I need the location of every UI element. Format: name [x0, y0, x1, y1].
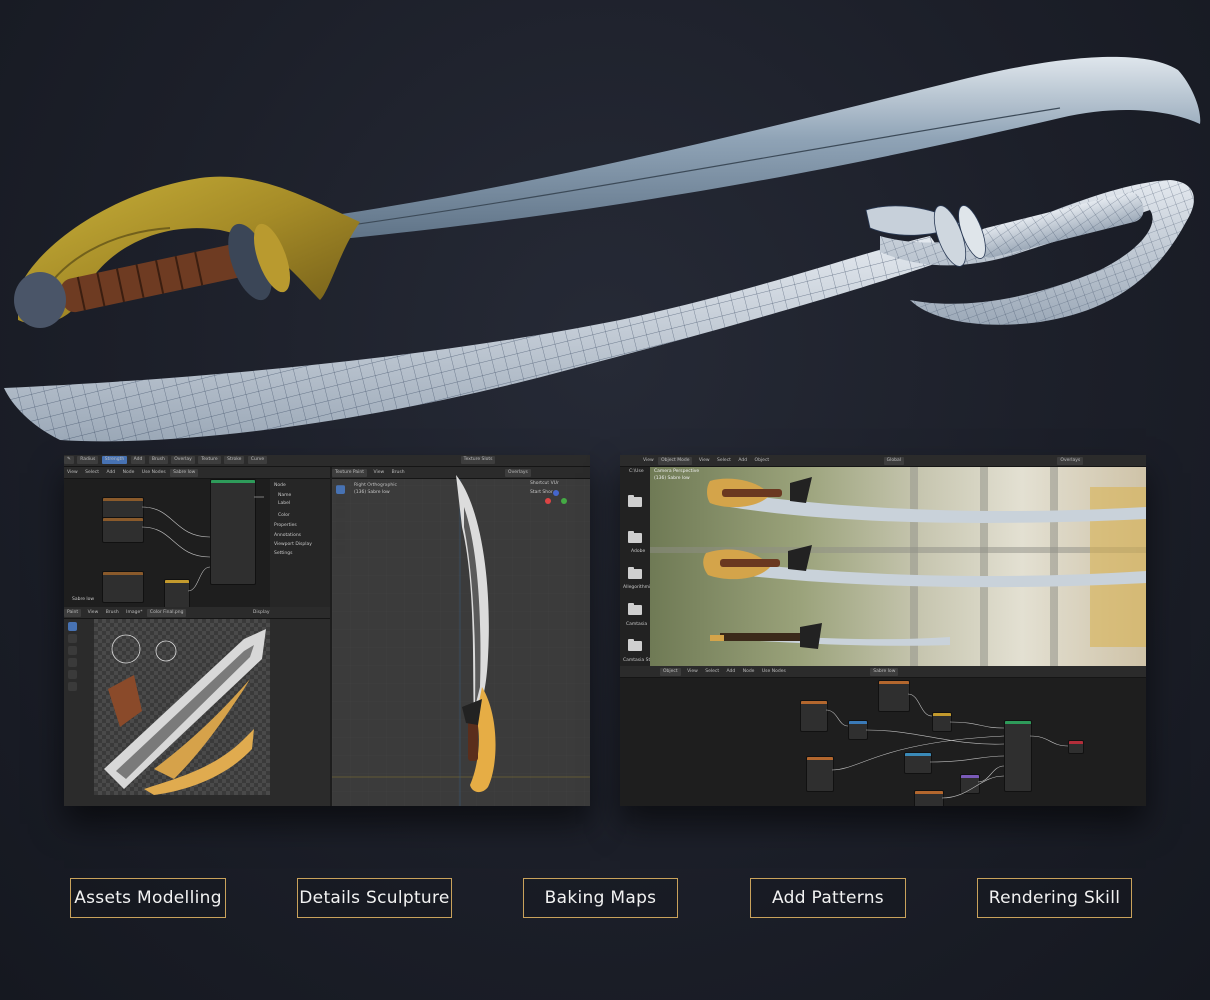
folder-label-camtasia-studio[interactable]: Camtasia Stu [623, 658, 653, 663]
folder-label-allegorithmic[interactable]: Allegorithmic [623, 585, 653, 590]
file-browser-sidebar: C:\Use Adobe Allegorithmic Camtasia Camt… [620, 467, 653, 666]
texture-paint-window: ✎ Radius Strength Add Brush Overlay Text… [64, 455, 590, 806]
path-field[interactable]: C:\Use [629, 469, 644, 474]
radius-field[interactable]: Radius [77, 456, 99, 464]
view-menu[interactable]: View [640, 455, 657, 466]
node-label-field[interactable]: Label [278, 501, 290, 506]
image-menu[interactable]: Image* [123, 607, 145, 618]
soften-tool[interactable] [68, 634, 77, 643]
smear-tool[interactable] [68, 646, 77, 655]
overlay-menu[interactable]: Overlay [171, 456, 195, 464]
object-mode-dropdown[interactable]: Object Mode [658, 457, 693, 465]
node-name-field[interactable]: Name [278, 493, 291, 498]
sabre-hero-illustration [4, 56, 1201, 442]
clone-tool[interactable] [68, 658, 77, 667]
display-menu[interactable]: Display [250, 607, 273, 618]
strength-field[interactable]: Strength [101, 456, 128, 464]
annotations-section[interactable]: Annotations [274, 533, 301, 538]
render-header: View Object Mode View Select Add Object … [620, 455, 1146, 467]
stroke-menu[interactable]: Stroke [224, 456, 245, 464]
image-editor-header: Paint View Brush Image* Color Final.png … [64, 607, 330, 619]
uv-texture-canvas [94, 619, 270, 795]
draw-tool[interactable] [68, 622, 77, 631]
folder-icon[interactable] [628, 531, 642, 543]
shader-links [825, 693, 1069, 799]
caption-baking-maps: Baking Maps [523, 878, 678, 918]
settings-section[interactable]: Settings [274, 551, 292, 556]
object-menu[interactable]: Object [752, 455, 773, 466]
overlays-menu[interactable]: Overlays [1057, 457, 1084, 465]
rendered-viewport: Camera Perspective (136) Sabre low [650, 467, 1146, 666]
viewport-scene [332, 475, 590, 806]
fill-tool[interactable] [68, 670, 77, 679]
image-editor: Paint View Brush Image* Color Final.png … [64, 607, 330, 806]
texture-menu[interactable]: Texture [198, 456, 221, 464]
shader-node-editor: Object View Select Add Node Use Nodes Sa… [620, 666, 1146, 806]
paint-mode-menu[interactable]: Paint [64, 609, 82, 617]
folder-label-adobe[interactable]: Adobe [631, 549, 645, 554]
node-section[interactable]: Node [274, 483, 286, 488]
folder-icon[interactable] [628, 603, 642, 615]
properties-section[interactable]: Properties [274, 523, 297, 528]
blend-mode[interactable]: Add [130, 456, 146, 464]
paint-header: ✎ Radius Strength Add Brush Overlay Text… [64, 455, 590, 467]
image-brush-menu[interactable]: Brush [103, 607, 122, 618]
render-window: View Object Mode View Select Add Object … [620, 455, 1146, 806]
folder-icon[interactable] [628, 495, 642, 507]
viewport-view-menu[interactable]: View [696, 455, 713, 466]
caption-details-sculpture: Details Sculpture [297, 878, 452, 918]
brush-tool[interactable]: ✎ [64, 456, 74, 464]
brush-menu[interactable]: Brush [148, 456, 168, 464]
texture-slots-menu[interactable]: Texture Slots [460, 456, 496, 464]
folder-label-camtasia[interactable]: Camtasia [626, 622, 647, 627]
curve-menu[interactable]: Curve [247, 456, 268, 464]
node-side-panel: Node Name Label Color Properties Annotat… [270, 479, 330, 607]
node-color-toggle[interactable]: Color [278, 513, 290, 518]
caption-rendering-skill: Rendering Skill [977, 878, 1132, 918]
3d-viewport: Texture Paint View Brush Overlays Shortc… [332, 467, 590, 806]
render-scene [650, 467, 1146, 666]
caption-add-patterns: Add Patterns [750, 878, 906, 918]
mask-tool[interactable] [68, 682, 77, 691]
image-view-menu[interactable]: View [85, 607, 102, 618]
transform-orientation[interactable]: Global [883, 457, 904, 465]
add-menu[interactable]: Add [735, 455, 750, 466]
object-label: (136) Sabre low [654, 476, 690, 481]
folder-icon[interactable] [628, 567, 642, 579]
camera-label: Camera Perspective [654, 469, 700, 474]
viewport-display-section[interactable]: Viewport Display [274, 542, 312, 547]
image-name-field[interactable]: Color Final.png [146, 609, 187, 617]
select-menu[interactable]: Select [714, 455, 734, 466]
folder-icon[interactable] [628, 639, 642, 651]
caption-assets-modelling: Assets Modelling [70, 878, 226, 918]
